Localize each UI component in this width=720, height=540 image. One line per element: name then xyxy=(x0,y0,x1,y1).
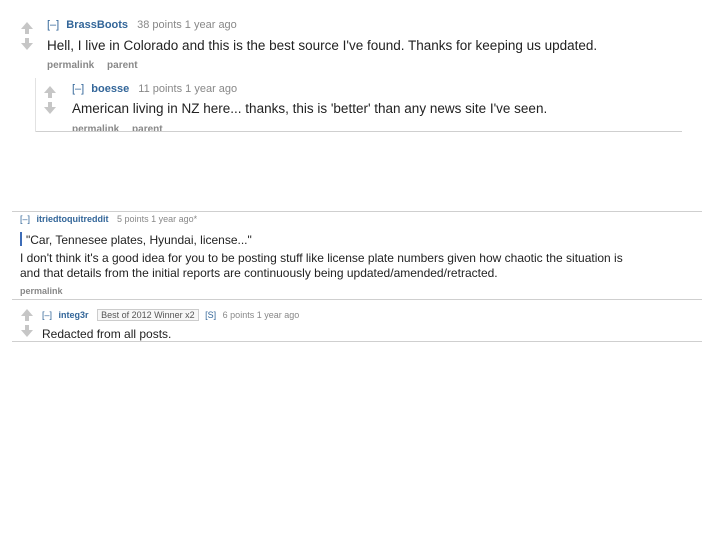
user-flair: Best of 2012 Winner x2 xyxy=(97,309,199,321)
comment-buttons: permalink xyxy=(20,286,73,296)
permalink-link[interactable]: permalink xyxy=(20,286,63,296)
score-time: 38 points 1 year ago xyxy=(137,19,237,31)
crop-edge-line xyxy=(36,131,682,132)
parent-link[interactable]: parent xyxy=(107,60,138,71)
vote-arrows xyxy=(43,86,57,114)
comment-tagline: [–] itriedtoquitreddit 5 points 1 year a… xyxy=(20,214,197,224)
comment-tagline: [–] integ3r Best of 2012 Winner x2 [S] 6… xyxy=(42,309,299,321)
child-indent-line xyxy=(35,78,36,132)
upvote-arrow-icon[interactable] xyxy=(20,309,34,321)
comment-quote: "Car, Tennesee plates, Hyundai, license.… xyxy=(20,232,252,247)
parent-link[interactable]: parent xyxy=(132,124,163,131)
comment-buttons: permalink parent xyxy=(47,60,148,71)
downvote-arrow-icon[interactable] xyxy=(20,325,34,337)
section-top-line xyxy=(12,211,702,212)
downvote-arrow-icon[interactable] xyxy=(43,102,57,114)
author-link[interactable]: integ3r xyxy=(59,310,89,320)
comment-tagline: [–] boesse 11 points 1 year ago xyxy=(72,83,237,95)
upvote-arrow-icon[interactable] xyxy=(43,86,57,98)
comment-body: American living in NZ here... thanks, th… xyxy=(72,101,548,116)
score-time: 5 points 1 year ago* xyxy=(117,214,198,224)
score-time: 6 points 1 year ago xyxy=(222,310,300,320)
comment-body: Hell, I live in Colorado and this is the… xyxy=(47,38,598,53)
quote-text: "Car, Tennesee plates, Hyundai, license.… xyxy=(26,233,252,247)
collapse-toggle[interactable]: [–] xyxy=(72,83,84,95)
author-link[interactable]: itriedtoquitreddit xyxy=(37,214,109,224)
author-link[interactable]: boesse xyxy=(91,83,129,95)
permalink-link[interactable]: permalink xyxy=(72,124,119,131)
score-time: 11 points 1 year ago xyxy=(138,83,238,95)
comment-body-line-1: I don't think it's a good idea for you t… xyxy=(20,251,623,265)
submitter-tag[interactable]: [S] xyxy=(205,310,216,320)
collapse-toggle[interactable]: [–] xyxy=(47,19,59,31)
comment-body-line-2: and that details from the initial report… xyxy=(20,266,498,280)
permalink-link[interactable]: permalink xyxy=(47,60,94,71)
vote-arrows xyxy=(20,309,34,337)
upvote-arrow-icon[interactable] xyxy=(20,22,34,34)
comment-separator xyxy=(12,299,702,300)
comment-tagline: [–] BrassBoots 38 points 1 year ago xyxy=(47,19,237,31)
quote-bar xyxy=(20,232,22,246)
section-bottom-line xyxy=(12,341,702,342)
downvote-arrow-icon[interactable] xyxy=(20,38,34,50)
author-link[interactable]: BrassBoots xyxy=(66,19,128,31)
collapse-toggle[interactable]: [–] xyxy=(20,214,30,224)
comment-body: Redacted from all posts. xyxy=(42,327,172,341)
collapse-toggle[interactable]: [–] xyxy=(42,310,52,320)
vote-arrows xyxy=(20,22,34,50)
comment-buttons-clip: permalink parent xyxy=(72,124,173,131)
